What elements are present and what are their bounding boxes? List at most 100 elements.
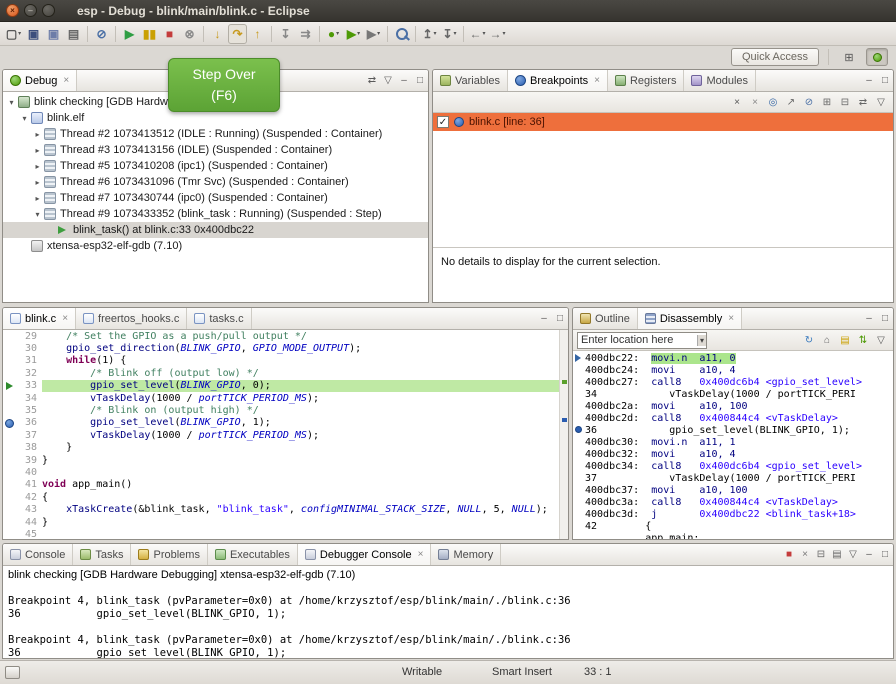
window-close-button[interactable]: × (6, 4, 19, 17)
editor-line[interactable]: 29 /* Set the GPIO as a push/pull output… (3, 330, 559, 342)
disassembly-line[interactable]: 400dbc2d: call8 0x400844c4 <vTaskDelay> (573, 412, 893, 424)
remove-all-breakpoints-icon[interactable]: × (747, 93, 763, 111)
minimize-icon[interactable]: – (861, 72, 877, 90)
show-breakpoints-supported-icon[interactable]: ◎ (765, 93, 781, 111)
disassembly-line[interactable]: 400dbc32: movi a10, 4 (573, 448, 893, 460)
terminate-icon[interactable]: ■ (781, 546, 797, 564)
suspend-icon[interactable]: ▮▮ (140, 24, 159, 44)
external-tools-icon[interactable]: ▶▾ (364, 24, 383, 44)
overview-ruler[interactable] (559, 330, 568, 539)
disassembly-line[interactable]: 400dbc3d: j 0x400dbc22 <blink_task+18> (573, 508, 893, 520)
editor-line[interactable]: 45 (3, 528, 559, 539)
editor-ruler[interactable] (3, 454, 16, 466)
editor-ruler[interactable] (3, 528, 16, 539)
editor-line[interactable]: 37 vTaskDelay(1000 / portTICK_PERIOD_MS)… (3, 429, 559, 441)
step-over-icon[interactable]: ↷ (228, 24, 247, 44)
debug-icon[interactable]: ●▾ (324, 24, 343, 44)
disassembly-line[interactable]: 42 { (573, 520, 893, 532)
expander-icon[interactable]: ▸ (32, 146, 43, 155)
editor-ruler[interactable] (3, 404, 16, 416)
editor-ruler[interactable] (3, 367, 16, 379)
disassembly-line[interactable]: 400dbc24: movi a10, 4 (573, 364, 893, 376)
editor-ruler[interactable] (3, 417, 16, 429)
editor-ruler[interactable] (3, 503, 16, 515)
instruction-stepping-icon[interactable]: ⇉ (296, 24, 315, 44)
disassembly-line[interactable]: 37 vTaskDelay(1000 / portTICK_PERI (573, 472, 893, 484)
editor-line[interactable]: 41void app_main() (3, 479, 559, 491)
print-icon[interactable]: ▤ (64, 24, 83, 44)
maximize-icon[interactable]: □ (877, 310, 893, 328)
tab-outline[interactable]: Outline (573, 308, 638, 329)
expander-icon[interactable]: ▸ (32, 178, 43, 187)
editor-line[interactable]: 32 /* Blink off (output low) */ (3, 367, 559, 379)
editor-line[interactable]: 34 vTaskDelay(1000 / portTICK_PERIOD_MS)… (3, 392, 559, 404)
back-icon[interactable]: ←▾ (468, 24, 487, 44)
forward-icon[interactable]: →▾ (488, 24, 507, 44)
expander-icon[interactable]: ▾ (19, 114, 30, 123)
link-with-debug-icon[interactable]: ⇄ (855, 93, 871, 111)
disassembly-line[interactable]: 400dbc3a: call8 0x400844c4 <vTaskDelay> (573, 496, 893, 508)
editor-ruler[interactable] (3, 380, 16, 392)
editor-line[interactable]: 39} (3, 454, 559, 466)
tab-freertos-hooks-c[interactable]: freertos_hooks.c (76, 308, 187, 329)
go-to-file-icon[interactable]: ↗ (783, 93, 799, 111)
step-return-icon[interactable]: ↑ (248, 24, 267, 44)
editor-line[interactable]: 36 gpio_set_level(BLINK_GPIO, 1); (3, 417, 559, 429)
disassembly-line[interactable]: 400dbc27: call8 0x400dc6b4 <gpio_set_lev… (573, 376, 893, 388)
chevron-down-icon[interactable]: ▾ (697, 335, 706, 346)
disconnect-icon[interactable]: ⊗ (180, 24, 199, 44)
minimize-icon[interactable]: – (536, 310, 552, 328)
maximize-icon[interactable]: □ (412, 72, 428, 90)
tab-modules[interactable]: Modules (684, 70, 756, 91)
tab-registers[interactable]: Registers (608, 70, 684, 91)
quick-access-button[interactable]: Quick Access (731, 48, 819, 66)
disassembly-line[interactable]: 34 vTaskDelay(1000 / portTICK_PERI (573, 388, 893, 400)
disassembly-line[interactable]: 400dbc34: call8 0x400dc6b4 <gpio_set_lev… (573, 460, 893, 472)
breakpoint-dot-icon[interactable] (5, 419, 14, 428)
editor-ruler[interactable] (3, 442, 16, 454)
sync-icon[interactable]: ⇅ (855, 331, 871, 349)
show-source-icon[interactable]: ▤ (837, 331, 853, 349)
save-all-icon[interactable]: ▣ (44, 24, 63, 44)
editor-line[interactable]: 30 gpio_set_direction(BLINK_GPIO, GPIO_M… (3, 342, 559, 354)
disassembly-line[interactable]: 400dbc2a: movi a10, 100 (573, 400, 893, 412)
disassembly-content[interactable]: 400dbc22: movi.n a11, 0400dbc24: movi a1… (573, 351, 893, 539)
disassembly-line[interactable]: 400dbc37: movi a10, 100 (573, 484, 893, 496)
save-icon[interactable]: ▣ (24, 24, 43, 44)
maximize-icon[interactable]: □ (877, 546, 893, 564)
tree-item[interactable]: ▸Thread #5 1073410208 (ipc1) (Suspended … (3, 158, 428, 174)
resume-icon[interactable]: ▶ (120, 24, 139, 44)
tab-blink-c[interactable]: blink.c× (3, 308, 76, 329)
tree-item[interactable]: ▸Thread #3 1073413156 (IDLE) (Suspended … (3, 142, 428, 158)
tree-item[interactable]: ▸Thread #7 1073430744 (ipc0) (Suspended … (3, 190, 428, 206)
minimize-icon[interactable]: – (396, 72, 412, 90)
home-icon[interactable]: ⌂ (819, 331, 835, 349)
tab-disassembly[interactable]: Disassembly× (638, 308, 742, 329)
editor-ruler[interactable] (3, 491, 16, 503)
console-output[interactable]: Breakpoint 4, blink_task (pvParameter=0x… (3, 582, 893, 658)
skip-all-breakpoints-icon[interactable]: ⊘ (92, 24, 111, 44)
maximize-icon[interactable]: □ (877, 72, 893, 90)
expander-icon[interactable]: ▾ (32, 210, 43, 219)
breakpoints-list[interactable]: ✓ blink.c [line: 36] (433, 113, 893, 247)
close-icon[interactable]: × (594, 75, 600, 86)
tab-console[interactable]: Console (3, 544, 73, 565)
editor-ruler[interactable] (3, 342, 16, 354)
editor-line[interactable]: 44} (3, 516, 559, 528)
debug-tree[interactable]: ▾blink checking [GDB Hardware Debugging]… (3, 92, 428, 302)
expander-icon[interactable]: ▸ (32, 162, 43, 171)
tab-executables[interactable]: Executables (208, 544, 298, 565)
tab-tasks-c[interactable]: tasks.c (187, 308, 251, 329)
view-menu-icon[interactable]: ▽ (845, 546, 861, 564)
code-editor[interactable]: 29 /* Set the GPIO as a push/pull output… (3, 330, 559, 539)
window-maximize-button[interactable] (42, 4, 55, 17)
disassembly-line[interactable]: 400dbc30: movi.n a11, 1 (573, 436, 893, 448)
disassembly-line[interactable]: 36 gpio_set_level(BLINK_GPIO, 1); (573, 424, 893, 436)
tab-problems[interactable]: Problems (131, 544, 207, 565)
expander-icon[interactable]: ▾ (6, 98, 17, 107)
link-with-editor-icon[interactable]: ⇄ (364, 72, 380, 90)
minimize-icon[interactable]: – (861, 546, 877, 564)
editor-line[interactable]: 43 xTaskCreate(&blink_task, "blink_task"… (3, 503, 559, 515)
editor-ruler[interactable] (3, 466, 16, 478)
expander-icon[interactable]: ▸ (32, 194, 43, 203)
